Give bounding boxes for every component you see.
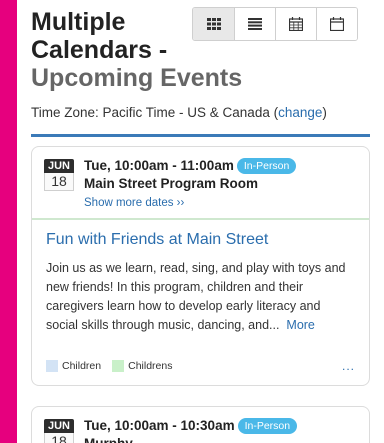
event-time: Tue, 10:00am - 11:00am bbox=[84, 158, 234, 173]
week-calendar-icon bbox=[330, 17, 344, 31]
event-time: Tue, 10:00am - 10:30am bbox=[84, 418, 235, 433]
date-day: 18 bbox=[44, 173, 74, 191]
in-person-badge: In-Person bbox=[236, 157, 297, 174]
change-timezone-link[interactable]: change bbox=[278, 105, 322, 120]
event-location: Main Street Program Room bbox=[84, 176, 259, 191]
header: Multiple Calendars - Upcoming Events bbox=[17, 0, 384, 93]
tag-childrens: Childrens bbox=[112, 360, 172, 372]
tag-children: Children bbox=[46, 360, 101, 372]
month-view-button[interactable] bbox=[275, 8, 316, 40]
event-location: Murphy bbox=[84, 435, 359, 443]
timezone-label: Time Zone: Pacific Time - US & Canada ( bbox=[31, 105, 279, 120]
view-toggle bbox=[192, 7, 358, 41]
grid-view-button[interactable] bbox=[193, 8, 234, 40]
event-meta: Tue, 10:00am - 10:30am In-Person Murphy bbox=[84, 417, 359, 443]
event-time-row: Tue, 10:00am - 10:30am In-Person bbox=[84, 417, 359, 434]
show-more-dates-link[interactable]: Show more dates ›› bbox=[84, 196, 359, 210]
more-link[interactable]: More bbox=[286, 318, 314, 332]
event-card: JUN 18 Tue, 10:00am - 10:30am In-Person … bbox=[31, 406, 370, 443]
event-time-row: Tue, 10:00am - 11:00am In-Person bbox=[84, 157, 359, 174]
list-icon bbox=[248, 18, 262, 30]
tag-swatch-blue bbox=[46, 360, 58, 372]
tag-label: Children bbox=[62, 360, 102, 372]
more-options-icon[interactable]: ... bbox=[342, 359, 355, 373]
timezone-close: ) bbox=[322, 105, 327, 120]
event-title-link[interactable]: Fun with Friends at Main Street bbox=[46, 230, 355, 250]
week-view-button[interactable] bbox=[316, 8, 357, 40]
date-month: JUN bbox=[44, 159, 74, 173]
event-description: Join us as we learn, read, sing, and pla… bbox=[46, 259, 355, 335]
month-calendar-icon bbox=[289, 17, 303, 31]
page: Multiple Calendars - Upcoming Events Tim… bbox=[17, 0, 384, 443]
timezone-line: Time Zone: Pacific Time - US & Canada (c… bbox=[17, 93, 384, 122]
event-tags: Children Childrens ... bbox=[32, 335, 369, 385]
header-divider bbox=[31, 134, 370, 137]
list-view-button[interactable] bbox=[234, 8, 275, 40]
event-header: JUN 18 Tue, 10:00am - 10:30am In-Person … bbox=[32, 407, 369, 443]
event-body: Fun with Friends at Main Street Join us … bbox=[32, 220, 369, 335]
tag-label: Childrens bbox=[128, 360, 173, 372]
event-meta: Tue, 10:00am - 11:00am In-Person Main St… bbox=[84, 157, 359, 210]
event-header: JUN 18 Tue, 10:00am - 11:00am In-Person … bbox=[32, 147, 369, 218]
date-day: 18 bbox=[44, 433, 74, 443]
tag-swatch-green bbox=[112, 360, 125, 372]
date-badge: JUN 18 bbox=[44, 159, 74, 210]
date-month: JUN bbox=[44, 419, 74, 433]
grid-icon bbox=[206, 18, 221, 30]
event-card: JUN 18 Tue, 10:00am - 11:00am In-Person … bbox=[31, 146, 370, 386]
in-person-badge: In-Person bbox=[237, 417, 298, 434]
page-subtitle: Upcoming Events bbox=[31, 64, 243, 92]
date-badge: JUN 18 bbox=[44, 419, 74, 443]
